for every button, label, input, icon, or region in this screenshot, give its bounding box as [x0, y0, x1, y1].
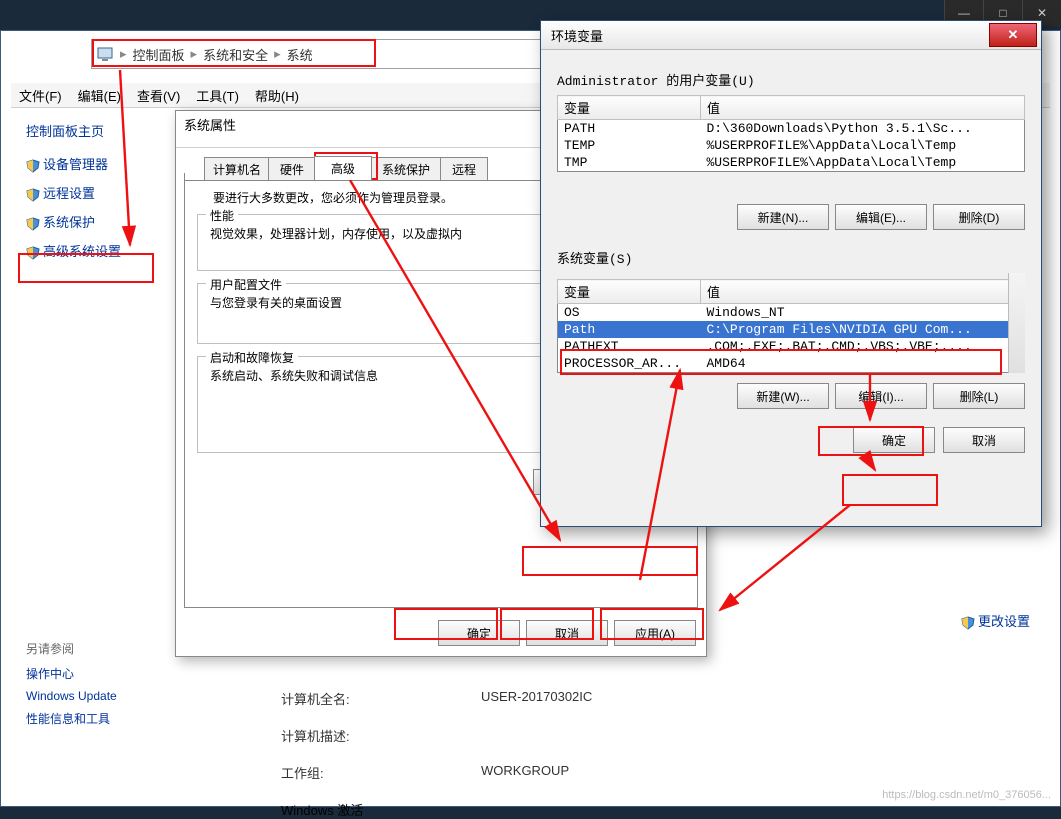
shield-icon — [26, 159, 40, 173]
sys-new-button[interactable]: 新建(W)... — [737, 383, 829, 409]
user-new-button[interactable]: 新建(N)... — [737, 204, 829, 230]
highlight-breadcrumb — [92, 39, 376, 67]
env-dialog-title: 环境变量 — [551, 26, 603, 45]
workgroup-value: WORKGROUP — [481, 763, 569, 782]
shield-icon — [26, 217, 40, 231]
sidebar-device-manager[interactable]: 设备管理器 — [26, 154, 166, 173]
shield-icon — [26, 188, 40, 202]
close-button[interactable]: ✕ — [989, 23, 1037, 47]
group-performance-title: 性能 — [206, 207, 238, 224]
menu-help[interactable]: 帮助(H) — [247, 84, 307, 107]
menu-view[interactable]: 查看(V) — [129, 84, 188, 107]
highlight-cancel-button — [500, 608, 594, 640]
sidebar-action-center[interactable]: 操作中心 — [26, 665, 166, 682]
menu-file[interactable]: 文件(F) — [11, 84, 70, 107]
table-row[interactable]: PATHD:\360Downloads\Python 3.5.1\Sc... — [558, 120, 1025, 138]
workgroup-label: 工作组: — [281, 763, 481, 782]
group-startup-title: 启动和故障恢复 — [206, 349, 298, 366]
highlight-ok-button — [394, 608, 498, 640]
highlight-path-row — [560, 349, 1002, 375]
table-row[interactable]: TMP%USERPROFILE%\AppData\Local\Temp — [558, 154, 1025, 172]
user-vars-table: 变量值 PATHD:\360Downloads\Python 3.5.1\Sc.… — [557, 95, 1025, 172]
sidebar-windows-update[interactable]: Windows Update — [26, 689, 166, 703]
highlight-env-button — [522, 546, 698, 576]
tab-advanced[interactable]: 高级 — [314, 156, 372, 180]
computer-desc-label: 计算机描述: — [281, 726, 481, 745]
env-vars-dialog: 环境变量 ✕ Administrator 的用户变量(U) 变量值 PATHD:… — [540, 20, 1042, 527]
sidebar-home-link[interactable]: 控制面板主页 — [26, 121, 166, 140]
sidebar-protect[interactable]: 系统保护 — [26, 212, 166, 231]
sys-vars-label: 系统变量(S) — [557, 248, 1025, 267]
user-edit-button[interactable]: 编辑(E)... — [835, 204, 927, 230]
activation-header: Windows 激活 — [281, 800, 1030, 819]
computer-name-value: USER-20170302IC — [481, 689, 592, 708]
col-val[interactable]: 值 — [701, 96, 1025, 120]
sidebar-remote[interactable]: 远程设置 — [26, 183, 166, 202]
computer-name-label: 计算机全名: — [281, 689, 481, 708]
highlight-edit-i-button — [818, 426, 924, 456]
sys-edit-button[interactable]: 编辑(I)... — [835, 383, 927, 409]
highlight-apply-button — [600, 608, 704, 640]
col-var[interactable]: 变量 — [558, 280, 701, 304]
group-profile-title: 用户配置文件 — [206, 276, 286, 293]
col-val[interactable]: 值 — [701, 280, 1025, 304]
table-row[interactable]: TEMP%USERPROFILE%\AppData\Local\Temp — [558, 137, 1025, 154]
shield-icon — [961, 616, 975, 630]
sys-delete-button[interactable]: 删除(L) — [933, 383, 1025, 409]
table-row[interactable]: OSWindows_NT — [558, 304, 1025, 322]
side-panel: 控制面板主页 设备管理器 远程设置 系统保护 高级系统设置 另请参阅 操作中心 … — [26, 121, 166, 734]
user-vars-label: Administrator 的用户变量(U) — [557, 70, 1025, 89]
see-also-header: 另请参阅 — [26, 640, 166, 657]
watermark: https://blog.csdn.net/m0_376056... — [882, 789, 1051, 801]
highlight-env-ok — [842, 474, 938, 506]
env-cancel-button[interactable]: 取消 — [943, 427, 1025, 453]
highlight-advanced-link — [18, 253, 154, 283]
user-delete-button[interactable]: 删除(D) — [933, 204, 1025, 230]
table-row[interactable]: PathC:\Program Files\NVIDIA GPU Com... — [558, 321, 1025, 338]
col-var[interactable]: 变量 — [558, 96, 701, 120]
menu-tools[interactable]: 工具(T) — [188, 84, 247, 107]
menu-edit[interactable]: 编辑(E) — [70, 84, 129, 107]
change-settings-link[interactable]: 更改设置 — [961, 611, 1030, 630]
env-dialog-titlebar: 环境变量 ✕ — [541, 21, 1041, 50]
sidebar-perf[interactable]: 性能信息和工具 — [26, 710, 166, 727]
